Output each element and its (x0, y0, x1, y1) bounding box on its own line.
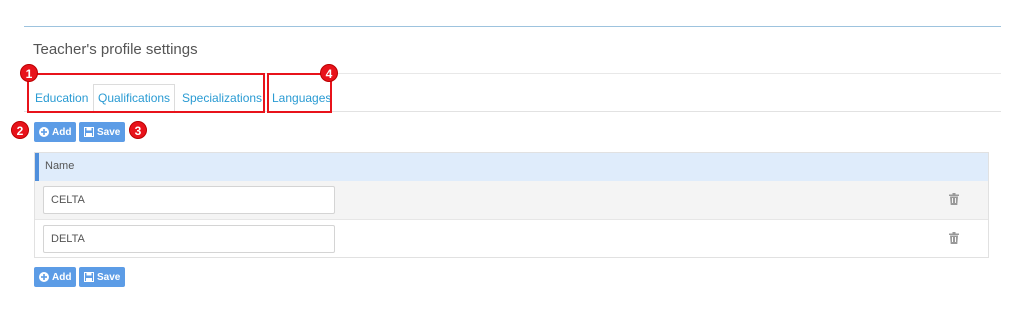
floppy-disk-icon (84, 272, 94, 282)
add-button-label: Add (52, 271, 72, 283)
plus-circle-icon (39, 127, 49, 137)
qualifications-grid: Name CELTA DELTA (34, 152, 989, 258)
save-button-label: Save (97, 271, 121, 283)
marker-4: 4 (320, 64, 338, 82)
save-button-bottom[interactable]: Save (79, 267, 126, 287)
marker-2: 2 (11, 121, 29, 139)
plus-circle-icon (39, 272, 49, 282)
trash-icon[interactable] (949, 193, 959, 205)
table-row: DELTA (35, 219, 988, 257)
save-button-label: Save (97, 126, 121, 138)
add-button-label: Add (52, 126, 72, 138)
table-row: CELTA (35, 181, 988, 219)
trash-icon[interactable] (949, 232, 959, 244)
marker-3: 3 (129, 121, 147, 139)
add-button-top[interactable]: Add (34, 122, 77, 142)
name-field[interactable]: CELTA (43, 186, 335, 214)
add-button-bottom[interactable]: Add (34, 267, 77, 287)
grid-header: Name (35, 153, 988, 181)
column-header-name: Name (45, 160, 75, 172)
highlight-box-tabs (27, 73, 265, 113)
profile-settings-panel: Teacher's profile settings Education Qua… (24, 26, 1001, 302)
name-field[interactable]: DELTA (43, 225, 335, 253)
marker-1: 1 (20, 64, 38, 82)
save-button-top[interactable]: Save (79, 122, 126, 142)
floppy-disk-icon (84, 127, 94, 137)
panel-title: Teacher's profile settings (33, 41, 198, 58)
